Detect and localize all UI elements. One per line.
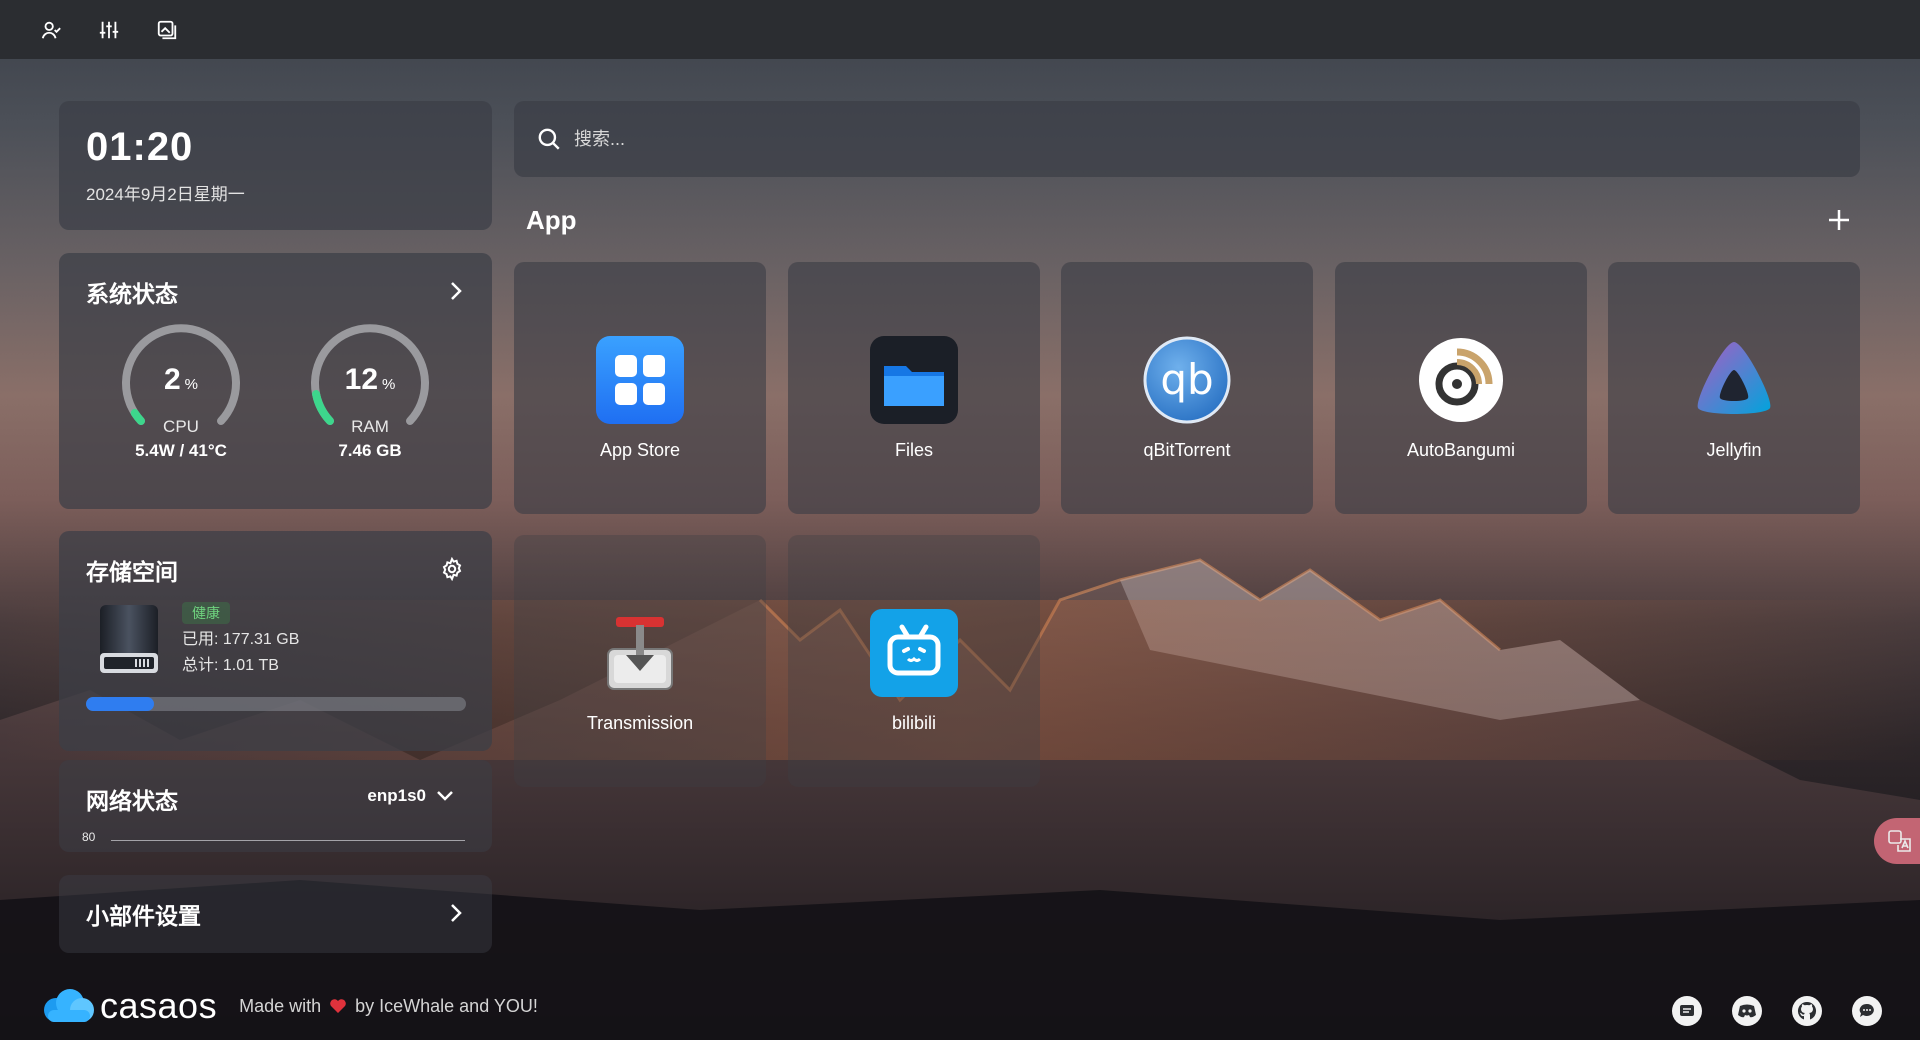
github-icon[interactable] [1792, 996, 1822, 1026]
ram-gauge: 12% RAM 7.46 GB [305, 321, 435, 461]
heart-icon [330, 999, 346, 1013]
system-status-widget: 系统状态 2% CPU 5.4W / 41°C 12% RAM 7.46 GB [59, 253, 492, 509]
clock-time: 01:20 [86, 125, 194, 169]
add-app-icon[interactable] [1824, 205, 1854, 235]
app-name: App Store [599, 440, 681, 460]
app-tile-app-store[interactable]: App Store [514, 262, 766, 514]
casaos-logo-text: casaos [100, 985, 218, 1026]
made-with-text: Made with [239, 995, 322, 1016]
ram-value: 12% [344, 363, 396, 396]
storage-usage-bar [86, 697, 466, 711]
casaos-logo-icon [44, 989, 94, 1022]
bilibili-icon [870, 609, 958, 697]
svg-text:qb: qb [1160, 355, 1213, 404]
chat-icon[interactable] [1852, 996, 1882, 1026]
cpu-gauge: 2% CPU 5.4W / 41°C [116, 321, 246, 461]
search-icon [538, 128, 560, 150]
files-icon [870, 336, 958, 424]
widget-settings[interactable]: 小部件设置 [59, 875, 492, 953]
storage-widget: 存储空间 健康 已用: 177.31 GB 总计: 1.01 TB [59, 531, 492, 751]
app-name: bilibili [891, 713, 936, 733]
footer: casaos Made with by IceWhale and YOU! [42, 985, 538, 1027]
ram-detail: 7.46 GB [338, 441, 402, 460]
translate-icon [1888, 830, 1911, 852]
network-graph-line [111, 840, 465, 841]
ram-label: RAM [351, 417, 389, 436]
gallery-icon[interactable] [154, 17, 180, 43]
clock-date: 2024年9月2日星期一 [86, 185, 245, 204]
footer-credit: Made with by IceWhale and YOU! [239, 996, 538, 1017]
search-input[interactable] [574, 128, 1574, 150]
forum-icon[interactable] [1672, 996, 1702, 1026]
clock-widget: 01:20 2024年9月2日星期一 [59, 101, 492, 230]
apps-heading: App [526, 205, 577, 235]
app-store-icon [596, 336, 684, 424]
discord-icon[interactable] [1732, 996, 1762, 1026]
chevron-right-icon[interactable] [446, 901, 466, 925]
translate-button[interactable] [1874, 818, 1920, 864]
app-tile-bilibili[interactable]: bilibili [788, 535, 1040, 787]
cpu-value: 2% [163, 363, 199, 396]
network-widget: 网络状态 enp1s0 80 [59, 760, 492, 852]
cpu-detail: 5.4W / 41°C [135, 441, 227, 460]
widget-settings-title: 小部件设置 [86, 903, 201, 929]
app-name: qBitTorrent [1143, 440, 1231, 460]
gear-icon[interactable] [440, 557, 464, 581]
storage-usage-fill [86, 697, 155, 711]
autobangumi-icon [1417, 336, 1505, 424]
storage-total: 总计: 1.01 TB [182, 657, 279, 674]
app-name: Transmission [586, 713, 694, 733]
hard-drive-icon [100, 605, 158, 673]
chevron-right-icon[interactable] [446, 279, 466, 303]
app-tile-files[interactable]: Files [788, 262, 1040, 514]
chevron-down-icon [437, 791, 453, 801]
by-icewhale-text: by IceWhale and YOU! [355, 995, 538, 1016]
sliders-icon[interactable] [96, 17, 122, 43]
app-name: Files [894, 440, 933, 460]
storage-used: 已用: 177.31 GB [182, 631, 300, 648]
storage-title: 存储空间 [86, 559, 178, 585]
app-name: AutoBangumi [1406, 440, 1516, 460]
app-tile-qbittorrent[interactable]: qb qBitTorrent [1061, 262, 1313, 514]
transmission-icon [596, 609, 684, 697]
system-status-title: 系统状态 [86, 281, 178, 307]
interface-name: enp1s0 [367, 786, 426, 805]
social-links [1672, 996, 1882, 1026]
app-name: Jellyfin [1706, 440, 1762, 460]
qbittorrent-icon: qb [1143, 336, 1231, 424]
storage-status-badge: 健康 [182, 602, 230, 624]
top-bar [0, 0, 1920, 59]
app-tile-autobangumi[interactable]: AutoBangumi [1335, 262, 1587, 514]
search-bar [514, 101, 1860, 177]
network-scale: 80 [82, 830, 96, 844]
cpu-label: CPU [163, 417, 199, 436]
app-tile-transmission[interactable]: Transmission [514, 535, 766, 787]
jellyfin-icon [1690, 336, 1778, 424]
user-icon[interactable] [38, 17, 64, 43]
app-tile-jellyfin[interactable]: Jellyfin [1608, 262, 1860, 514]
interface-select[interactable]: enp1s0 [367, 786, 454, 806]
